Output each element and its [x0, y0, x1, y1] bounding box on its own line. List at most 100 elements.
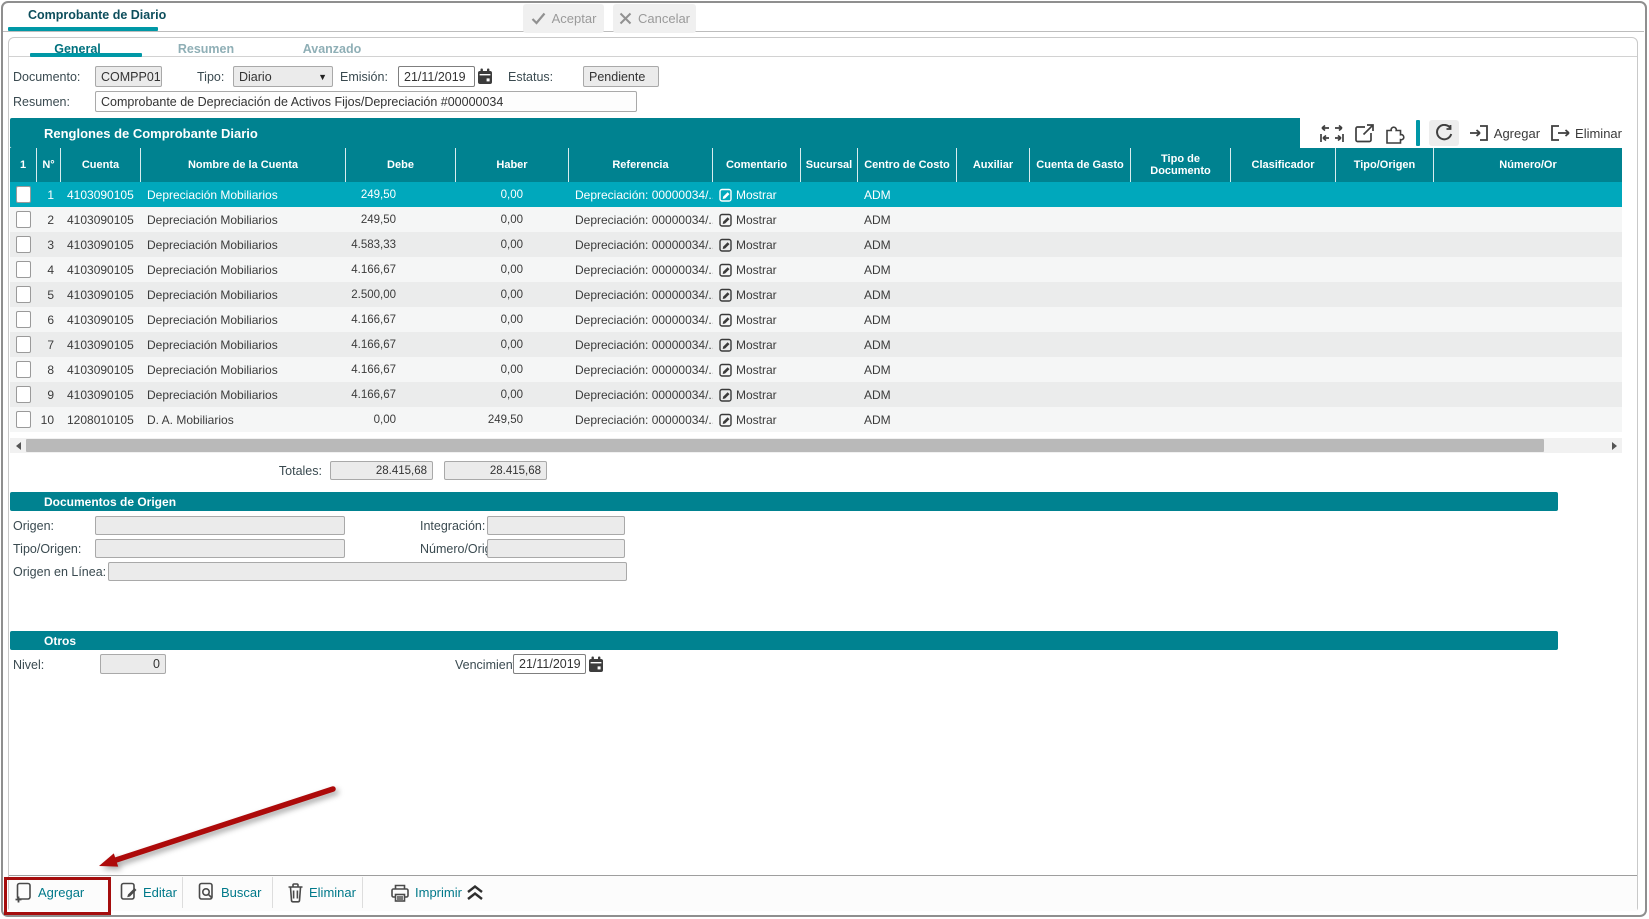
grid-add-row-button[interactable]: Agregar: [1468, 123, 1540, 143]
table-row[interactable]: 101208010105D. A. Mobiliarios0,00249,50D…: [10, 407, 1622, 432]
editar-button[interactable]: Editar: [119, 875, 177, 910]
table-row[interactable]: 74103090105Depreciación Mobiliarios4.166…: [10, 332, 1622, 357]
cell: [1434, 257, 1622, 282]
cell: [801, 257, 858, 282]
mostrar-link[interactable]: Mostrar: [719, 338, 777, 352]
cell: [1336, 232, 1434, 257]
origen-en-linea-field[interactable]: [108, 562, 627, 581]
cancelar-button[interactable]: Cancelar: [613, 4, 696, 33]
imprimir-button[interactable]: Imprimir: [390, 875, 462, 910]
column-header[interactable]: Número/Or: [1434, 148, 1622, 182]
cell: [1336, 182, 1434, 207]
cell: [801, 232, 858, 257]
scroll-right-icon[interactable]: [1606, 438, 1622, 453]
scroll-left-icon[interactable]: [10, 438, 26, 453]
cell: Depreciación Mobiliarios: [141, 282, 346, 307]
puzzle-icon[interactable]: [1384, 122, 1407, 144]
column-header[interactable]: Referencia: [569, 148, 713, 182]
table-row[interactable]: 44103090105Depreciación Mobiliarios4.166…: [10, 257, 1622, 282]
column-header[interactable]: Centro de Costo: [858, 148, 957, 182]
row-checkbox[interactable]: [16, 261, 31, 278]
otros-header: Otros: [10, 631, 1558, 650]
table-row[interactable]: 14103090105Depreciación Mobiliarios249,5…: [10, 182, 1622, 207]
mostrar-link[interactable]: Mostrar: [719, 263, 777, 277]
tipo-select[interactable]: Diario ▼: [233, 66, 333, 87]
cell: ADM: [858, 282, 957, 307]
horizontal-scrollbar[interactable]: [10, 438, 1622, 453]
column-header[interactable]: Cuenta: [61, 148, 141, 182]
documento-field[interactable]: COMPP01: [95, 66, 162, 87]
open-window-icon[interactable]: [1354, 123, 1375, 144]
vencimiento-calendar-icon[interactable]: [588, 655, 605, 673]
cell: D. A. Mobiliarios: [141, 407, 346, 432]
row-checkbox[interactable]: [16, 411, 31, 428]
table-row[interactable]: 84103090105Depreciación Mobiliarios4.166…: [10, 357, 1622, 382]
tipo-origen-field[interactable]: [95, 539, 345, 558]
agregar-button[interactable]: Agregar: [14, 875, 84, 910]
cell: Mostrar: [713, 332, 801, 357]
column-header[interactable]: 1: [10, 148, 37, 182]
emision-field[interactable]: 21/11/2019: [398, 66, 475, 87]
buscar-button[interactable]: Buscar: [197, 875, 261, 910]
nivel-field[interactable]: 0: [100, 654, 166, 674]
tab-resumen[interactable]: Resumen: [148, 42, 264, 56]
cell: Depreciación: 00000034/...: [569, 357, 713, 382]
emision-calendar-icon[interactable]: [477, 67, 494, 85]
vencimiento-field[interactable]: 21/11/2019: [513, 654, 586, 674]
table-row[interactable]: 64103090105Depreciación Mobiliarios4.166…: [10, 307, 1622, 332]
row-checkbox[interactable]: [16, 186, 31, 203]
scrollbar-thumb[interactable]: [26, 439, 1544, 452]
column-header[interactable]: N°: [37, 148, 61, 182]
aceptar-button[interactable]: Aceptar: [523, 4, 604, 33]
table-row[interactable]: 34103090105Depreciación Mobiliarios4.583…: [10, 232, 1622, 257]
grid-delete-row-button[interactable]: Eliminar: [1549, 123, 1622, 143]
column-header[interactable]: Nombre de la Cuenta: [141, 148, 346, 182]
column-header[interactable]: Tipo de Documento: [1131, 148, 1231, 182]
table-row[interactable]: 24103090105Depreciación Mobiliarios249,5…: [10, 207, 1622, 232]
row-checkbox[interactable]: [16, 311, 31, 328]
resumen-field[interactable]: Comprobante de Depreciación de Activos F…: [95, 91, 637, 112]
cell: Mostrar: [713, 382, 801, 407]
cell: [801, 307, 858, 332]
mostrar-link[interactable]: Mostrar: [719, 288, 777, 302]
cell: [10, 257, 37, 282]
collapse-toolbar-icon[interactable]: [464, 875, 486, 910]
row-checkbox[interactable]: [16, 336, 31, 353]
integracion-field[interactable]: [487, 516, 625, 535]
column-header[interactable]: Tipo/Origen: [1336, 148, 1434, 182]
row-checkbox[interactable]: [16, 236, 31, 253]
cell: Mostrar: [713, 182, 801, 207]
mostrar-link[interactable]: Mostrar: [719, 363, 777, 377]
numero-origen-field[interactable]: [487, 539, 625, 558]
column-header[interactable]: Cuenta de Gasto: [1030, 148, 1131, 182]
row-checkbox[interactable]: [16, 211, 31, 228]
table-row[interactable]: 94103090105Depreciación Mobiliarios4.166…: [10, 382, 1622, 407]
mostrar-link[interactable]: Mostrar: [719, 313, 777, 327]
column-header[interactable]: Clasificador: [1231, 148, 1336, 182]
column-header[interactable]: Comentario: [713, 148, 801, 182]
fit-columns-icon[interactable]: [1319, 122, 1345, 144]
column-header[interactable]: Debe: [346, 148, 456, 182]
refresh-icon[interactable]: [1429, 120, 1459, 146]
table-row[interactable]: 54103090105Depreciación Mobiliarios2.500…: [10, 282, 1622, 307]
mostrar-link[interactable]: Mostrar: [719, 188, 777, 202]
tab-avanzado[interactable]: Avanzado: [270, 42, 394, 56]
mostrar-link[interactable]: Mostrar: [719, 413, 777, 427]
column-header[interactable]: Sucursal: [801, 148, 858, 182]
row-checkbox[interactable]: [16, 286, 31, 303]
mostrar-link[interactable]: Mostrar: [719, 238, 777, 252]
window-title-tab[interactable]: Comprobante de Diario: [28, 8, 166, 22]
origen-field[interactable]: [95, 516, 345, 535]
grid-add-label: Agregar: [1494, 126, 1540, 141]
row-checkbox[interactable]: [16, 386, 31, 403]
cell: Depreciación Mobiliarios: [141, 357, 346, 382]
mostrar-link[interactable]: Mostrar: [719, 213, 777, 227]
eliminar-label: Eliminar: [309, 885, 356, 900]
estatus-label: Estatus:: [508, 70, 553, 84]
origen-en-linea-label: Origen en Línea:: [13, 565, 106, 579]
column-header[interactable]: Haber: [456, 148, 569, 182]
column-header[interactable]: Auxiliar: [957, 148, 1030, 182]
mostrar-link[interactable]: Mostrar: [719, 388, 777, 402]
row-checkbox[interactable]: [16, 361, 31, 378]
eliminar-button[interactable]: Eliminar: [287, 875, 356, 910]
